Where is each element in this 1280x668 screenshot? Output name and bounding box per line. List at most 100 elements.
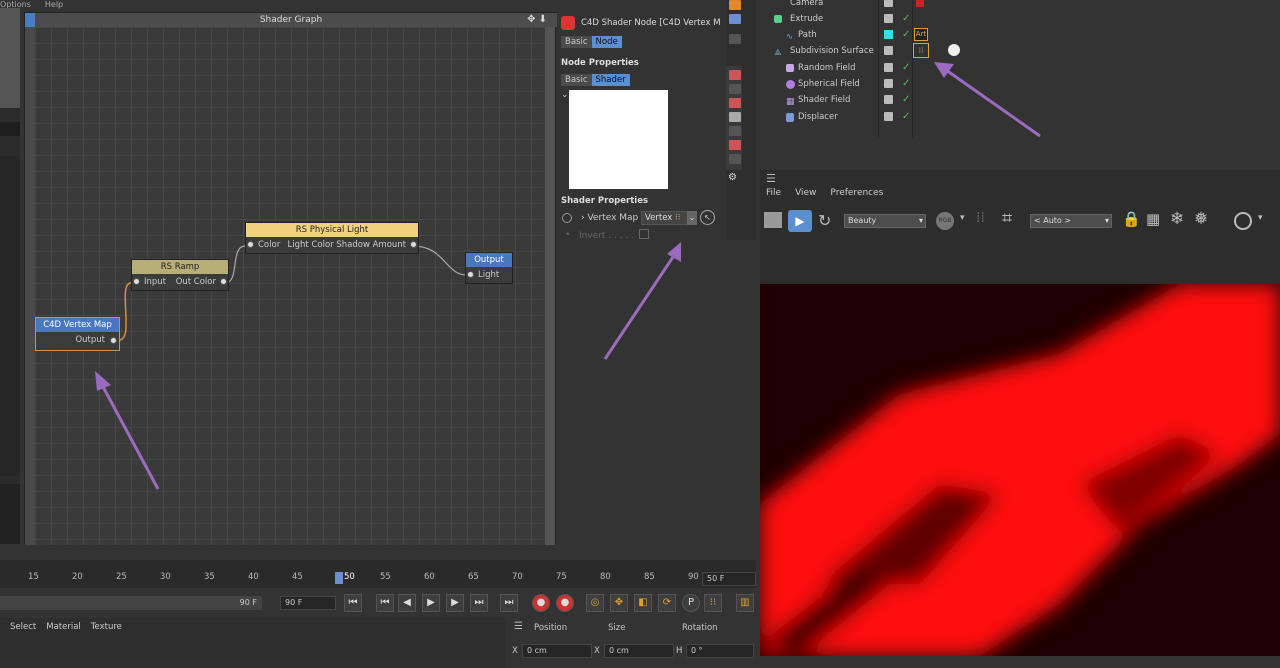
hamburger-icon[interactable]: ☰: [514, 621, 523, 632]
play-icon[interactable]: ▶: [422, 594, 440, 612]
tick-label: 65: [468, 572, 479, 582]
playback-controls: 90 F 90 F ⏮ ⏮ ◀ ▶ ▶ ⏭ ⏭ ● ● ◎ ✥ ◧ ⟳ P ⁝⁝…: [0, 590, 756, 618]
lock-icon[interactable]: 🔒: [1122, 210, 1141, 228]
channel-select[interactable]: Beauty ▾: [844, 214, 926, 228]
tick-label: 75: [556, 572, 567, 582]
tick-label: 70: [512, 572, 523, 582]
menu-material[interactable]: Material: [46, 622, 81, 632]
circle-icon[interactable]: [1234, 212, 1252, 230]
tag-icon-b[interactable]: [729, 84, 741, 94]
tick-label: 15: [28, 572, 39, 582]
chevron-down-icon: ▾: [1104, 216, 1109, 225]
size-x-field[interactable]: 0 cm: [604, 644, 674, 658]
next-key-icon[interactable]: ⏭: [470, 594, 488, 612]
settings-icon[interactable]: ⚙: [728, 172, 737, 183]
pla-key-icon[interactable]: ⁝⁝: [704, 594, 722, 612]
menu-help[interactable]: Help: [45, 0, 63, 9]
label-h: H: [676, 646, 683, 656]
coord-header-position: Position: [534, 623, 568, 633]
render-menu: File View Preferences: [766, 188, 897, 198]
bottom-panels: Select Material Texture ☰ Position Size Ro…: [0, 618, 760, 668]
menu-view[interactable]: View: [795, 188, 816, 198]
timeline-ruler[interactable]: 15 20 25 30 35 40 45 50 55 60 65 70 75 80 85 90 50 F: [0, 560, 756, 588]
tick-label: 45: [292, 572, 303, 582]
panel-stub-2: [0, 484, 20, 544]
menu-preferences[interactable]: Preferences: [830, 188, 883, 198]
channel-value: Beauty: [848, 216, 877, 225]
tool-strip: ⚙: [726, 0, 756, 240]
tick-label: 60: [424, 572, 435, 582]
tool-icon-2[interactable]: [729, 14, 741, 24]
chevron-down-icon: ▾: [918, 216, 923, 225]
render-output[interactable]: [760, 284, 1280, 656]
left-strip: [0, 8, 20, 544]
crop-icon[interactable]: ⌗: [1002, 208, 1012, 229]
tick-label: 35: [204, 572, 215, 582]
render-statusbar: [760, 656, 1280, 668]
tick-label: 55: [380, 572, 391, 582]
hamburger-icon[interactable]: ☰: [766, 172, 776, 185]
annotation-arrow-objects: [934, 62, 1041, 138]
keyframe-icon[interactable]: ◎: [586, 594, 604, 612]
param-key-icon[interactable]: P: [682, 594, 700, 612]
tag-icon-e[interactable]: [729, 126, 741, 136]
tool-icon-1[interactable]: [729, 0, 741, 10]
tag-icon-c[interactable]: [729, 98, 741, 108]
position-x-field[interactable]: 0 cm: [522, 644, 592, 658]
go-start-icon[interactable]: ⏮: [344, 594, 362, 612]
range-end-field[interactable]: 90 F: [280, 596, 336, 610]
record-icon[interactable]: ●: [532, 594, 550, 612]
prev-key-icon[interactable]: ⏮: [376, 594, 394, 612]
snowflake-icon[interactable]: ❄: [1170, 209, 1184, 229]
tag-icon-a[interactable]: [729, 70, 741, 80]
zoom-select[interactable]: < Auto > ▾: [1030, 214, 1112, 228]
tick-label: 50: [344, 572, 355, 582]
rotation-h-field[interactable]: 0 °: [686, 644, 754, 658]
move-key-icon[interactable]: ✥: [610, 594, 628, 612]
film-icon[interactable]: ▥: [736, 594, 754, 612]
range-slider[interactable]: 90 F: [0, 596, 262, 610]
current-frame-field[interactable]: 50 F: [702, 572, 756, 586]
annotation-arrow-graph: [95, 371, 160, 490]
render-toolbar: ▶ ↻ Beauty ▾ RGB ▾ ⁞⁞ ⌗ < Auto > ▾ 🔒 ▦ ❄ ❅…: [760, 208, 1280, 236]
chevron-down-icon[interactable]: ▾: [1258, 213, 1263, 223]
label-size-x: X: [594, 646, 600, 656]
tool-icon-3[interactable]: [729, 34, 741, 44]
go-end-icon[interactable]: ⏭: [500, 594, 518, 612]
tick-label: 25: [116, 572, 127, 582]
autokey-icon[interactable]: ●: [556, 594, 574, 612]
rotate-key-icon[interactable]: ⟳: [658, 594, 676, 612]
snowflake-alt-icon[interactable]: ❅: [1194, 209, 1208, 229]
scale-key-icon[interactable]: ◧: [634, 594, 652, 612]
coord-header-rotation: Rotation: [682, 623, 718, 633]
coord-header-size: Size: [608, 623, 626, 633]
attribute-manager: C4D Shader Node [C4D Vertex Ma Basic Node…: [557, 12, 725, 544]
coordinates-panel: ☰ Position Size Rotation X 0 cm X 0 cm H…: [506, 618, 760, 668]
object-manager: Camera Extrude ✓ ∿ Path ✓ Art ⟁ Subdivision S…: [760, 0, 1280, 168]
play-render-icon[interactable]: ▶: [788, 210, 812, 232]
refresh-icon[interactable]: ↻: [818, 211, 831, 230]
rgb-mode-icon[interactable]: RGB: [936, 212, 954, 230]
clapper-icon[interactable]: [764, 212, 782, 228]
tag-icon-d[interactable]: [729, 112, 741, 122]
menu-texture[interactable]: Texture: [91, 622, 122, 632]
panel-stub: [0, 156, 20, 476]
tick-label: 30: [160, 572, 171, 582]
menu-file[interactable]: File: [766, 188, 781, 198]
chevron-down-icon[interactable]: ▾: [960, 213, 965, 223]
tick-label: 80: [600, 572, 611, 582]
next-frame-icon[interactable]: ▶: [446, 594, 464, 612]
top-menu: Options Help: [0, 0, 100, 9]
tag-icon-g[interactable]: [729, 154, 741, 164]
region-icon[interactable]: ⁞⁞: [976, 210, 985, 226]
grid-icon[interactable]: ▦: [1146, 210, 1160, 228]
annotation-arrow-attr: [603, 242, 681, 360]
tag-icon-f[interactable]: [729, 140, 741, 150]
zoom-value: < Auto >: [1034, 216, 1072, 225]
tick-label: 90: [688, 572, 699, 582]
playhead[interactable]: [335, 572, 343, 584]
field-stub[interactable]: [0, 122, 20, 136]
prev-frame-icon[interactable]: ◀: [398, 594, 416, 612]
menu-select[interactable]: Select: [10, 622, 36, 632]
label-x: X: [512, 646, 518, 656]
